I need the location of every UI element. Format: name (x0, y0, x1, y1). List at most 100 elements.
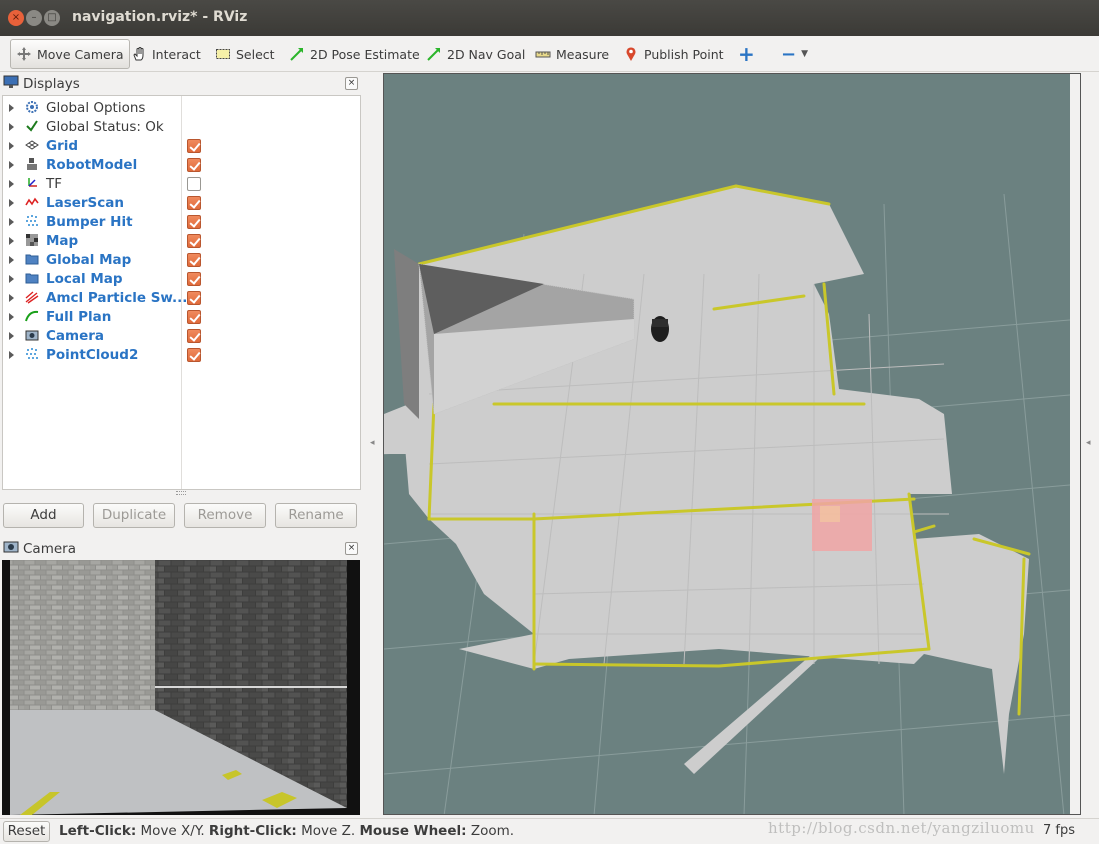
display-enabled-checkbox[interactable] (187, 309, 201, 324)
measure-label: Measure (556, 46, 610, 62)
expand-arrow-icon[interactable] (9, 293, 14, 302)
display-item-robotmodel[interactable]: RobotModel (3, 155, 360, 174)
2d-pose-estimate-tool[interactable]: 2D Pose Estimate (284, 39, 425, 69)
camera-icon (3, 540, 19, 558)
status-hint: Left-Click: Move X/Y. Right-Click: Move … (59, 823, 514, 839)
display-item-label: Local Map (46, 270, 123, 287)
camera-panel-close-button[interactable]: × (345, 542, 358, 555)
left-click-key: Left-Click: (59, 823, 137, 839)
display-item-label: LaserScan (46, 194, 125, 211)
checkmark-icon (24, 119, 40, 135)
expand-arrow-icon[interactable] (9, 179, 14, 188)
display-item-label: RobotModel (46, 156, 138, 173)
expand-arrow-icon[interactable] (9, 255, 14, 264)
add-tool-button[interactable]: + (733, 39, 760, 69)
hand-icon (131, 46, 147, 62)
window-maximize-button[interactable]: □ (44, 10, 60, 26)
display-enabled-checkbox[interactable] (187, 195, 201, 210)
expand-arrow-icon[interactable] (9, 274, 14, 283)
expand-arrow-icon[interactable] (9, 198, 14, 207)
display-item-global-status-ok[interactable]: Global Status: Ok (3, 117, 360, 136)
right-click-action: Move Z. (301, 823, 356, 839)
display-enabled-checkbox[interactable] (187, 271, 201, 286)
interact-label: Interact (152, 46, 201, 62)
expand-arrow-icon[interactable] (9, 122, 14, 131)
add-display-button[interactable]: Add (3, 503, 84, 528)
display-item-map[interactable]: Map (3, 231, 360, 250)
ruler-icon (535, 46, 551, 62)
remove-display-button[interactable]: Remove (184, 503, 266, 528)
display-enabled-checkbox[interactable] (187, 214, 201, 229)
axes-icon (24, 176, 40, 192)
plus-icon: + (738, 42, 755, 66)
display-enabled-checkbox[interactable] (187, 328, 201, 343)
window-close-button[interactable]: × (8, 10, 24, 26)
status-bar: Reset Left-Click: Move X/Y. Right-Click:… (0, 818, 1099, 844)
display-enabled-checkbox[interactable] (187, 157, 201, 172)
publish-point-tool[interactable]: Publish Point (618, 39, 729, 69)
display-item-label: Global Options (46, 99, 146, 116)
select-box-icon (215, 46, 231, 62)
expand-arrow-icon[interactable] (9, 217, 14, 226)
displays-tree[interactable]: Global Options Global Status: Ok Grid Robot… (2, 95, 361, 490)
pointcloud-icon (24, 214, 40, 230)
expand-arrow-icon[interactable] (9, 331, 14, 340)
display-enabled-checkbox[interactable] (187, 138, 201, 153)
interact-tool[interactable]: Interact (126, 39, 206, 69)
expand-arrow-icon[interactable] (9, 312, 14, 321)
move-camera-icon (16, 46, 32, 62)
display-item-bumper-hit[interactable]: Bumper Hit (3, 212, 360, 231)
window-minimize-button[interactable]: – (26, 10, 42, 26)
rename-display-button[interactable]: Rename (275, 503, 357, 528)
fps-counter: 7 fps (1042, 823, 1075, 838)
laser-icon (24, 195, 40, 211)
display-item-grid[interactable]: Grid (3, 136, 360, 155)
robot-icon (24, 157, 40, 173)
display-item-tf[interactable]: TF (3, 174, 360, 193)
publish-point-label: Publish Point (644, 46, 724, 62)
left-splitter-handle[interactable]: ◂ (370, 438, 376, 448)
move-camera-label: Move Camera (37, 46, 124, 62)
display-enabled-checkbox[interactable] (187, 176, 201, 191)
display-enabled-checkbox[interactable] (187, 290, 201, 305)
display-item-amcl-particle-sw[interactable]: Amcl Particle Sw... (3, 288, 360, 307)
display-enabled-checkbox[interactable] (187, 347, 201, 362)
display-item-pointcloud2[interactable]: PointCloud2 (3, 345, 360, 364)
move-camera-tool[interactable]: Move Camera (10, 39, 130, 69)
display-item-label: Bumper Hit (46, 213, 133, 230)
display-item-local-map[interactable]: Local Map (3, 269, 360, 288)
mouse-wheel-action: Zoom. (470, 823, 515, 839)
display-enabled-checkbox[interactable] (187, 233, 201, 248)
displays-panel: Displays × Global Options Global Status: … (0, 73, 362, 531)
right-splitter-handle[interactable]: ◂ (1086, 438, 1092, 448)
expand-arrow-icon[interactable] (9, 160, 14, 169)
camera-icon (24, 328, 40, 344)
select-tool[interactable]: Select (210, 39, 280, 69)
display-item-full-plan[interactable]: Full Plan (3, 307, 360, 326)
vertical-scrollbar[interactable] (1070, 74, 1080, 814)
tool-bar: Move Camera Interact Select 2D Pose Esti… (0, 36, 1099, 72)
display-item-global-options[interactable]: Global Options (3, 98, 360, 117)
expand-arrow-icon[interactable] (9, 141, 14, 150)
path-icon (24, 309, 40, 325)
select-label: Select (236, 46, 275, 62)
green-arrow-icon (426, 46, 442, 62)
display-item-laserscan[interactable]: LaserScan (3, 193, 360, 212)
expand-arrow-icon[interactable] (9, 350, 14, 359)
reset-button[interactable]: Reset (3, 821, 50, 842)
expand-arrow-icon[interactable] (9, 236, 14, 245)
green-arrow-icon (289, 46, 305, 62)
measure-tool[interactable]: Measure (530, 39, 614, 69)
display-item-global-map[interactable]: Global Map (3, 250, 360, 269)
display-enabled-checkbox[interactable] (187, 252, 201, 267)
expand-arrow-icon[interactable] (9, 103, 14, 112)
2d-nav-goal-tool[interactable]: 2D Nav Goal (421, 39, 530, 69)
display-item-camera[interactable]: Camera (3, 326, 360, 345)
panel-resize-grip[interactable] (176, 491, 186, 495)
remove-tool-button[interactable]: − ▼ (776, 39, 813, 69)
render-3d-view[interactable] (383, 73, 1081, 815)
display-item-label: TF (46, 175, 63, 192)
duplicate-display-button[interactable]: Duplicate (93, 503, 175, 528)
displays-panel-close-button[interactable]: × (345, 77, 358, 90)
map-pin-icon (623, 46, 639, 62)
